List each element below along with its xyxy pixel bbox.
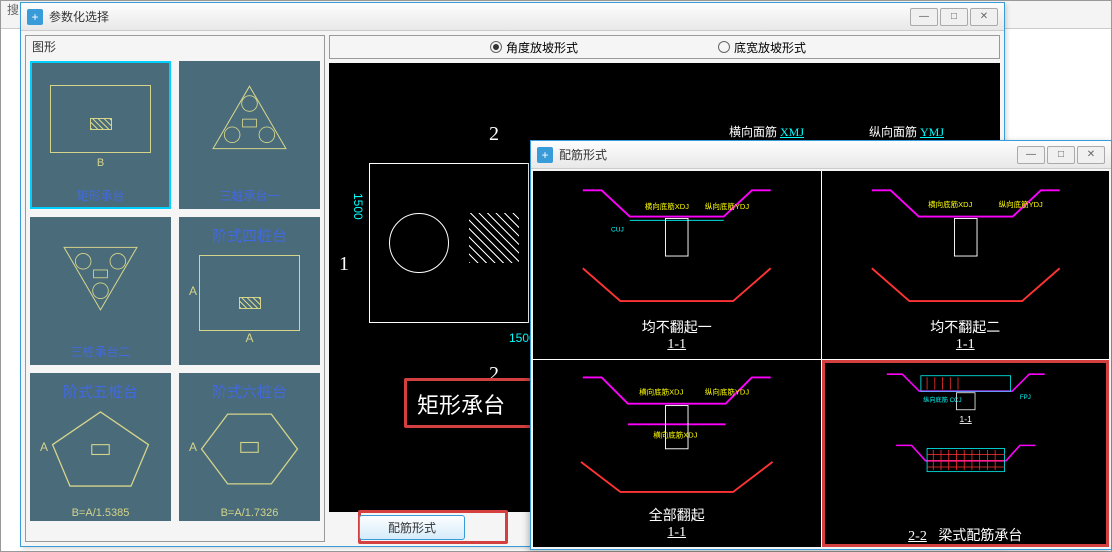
svg-text:纵向底筋 CCJ: 纵向底筋 CCJ	[923, 396, 961, 404]
svg-text:横向底筋XDJ: 横向底筋XDJ	[653, 429, 697, 439]
shape-card-step6[interactable]: 阶式六桩台 A B=A/1.7326	[179, 373, 320, 521]
shape-card-rect[interactable]: B 矩形承台	[30, 61, 171, 209]
rebar-window: + 配筋形式 — □ ✕ 横向底筋XDJ 纵向底筋YDJ CUJ	[530, 140, 1112, 550]
svg-text:横向底筋XDJ: 横向底筋XDJ	[928, 199, 972, 209]
rebar-caption: 全部翻起 1-1	[533, 505, 821, 541]
radio-icon	[718, 41, 730, 53]
svg-text:横向底筋XDJ: 横向底筋XDJ	[639, 386, 683, 396]
svg-text:纵向底筋YDJ: 纵向底筋YDJ	[705, 201, 749, 211]
gallery-scroll[interactable]: B 矩形承台	[26, 57, 324, 541]
shape-card-step4[interactable]: 阶式四桩台 A A	[179, 217, 320, 365]
close-button[interactable]: ✕	[1077, 146, 1105, 164]
titlebar[interactable]: + 参数化选择 — □ ✕	[21, 3, 1004, 31]
rebar-titlebar[interactable]: + 配筋形式 — □ ✕	[531, 141, 1111, 169]
shape-subtext: B=A/1.7326	[181, 507, 318, 519]
maximize-button[interactable]: □	[1047, 146, 1075, 164]
rebar-window-title: 配筋形式	[559, 146, 1017, 163]
radio-width[interactable]: 底宽放坡形式	[718, 39, 806, 56]
pile-circle	[389, 213, 449, 273]
minimize-button[interactable]: —	[910, 8, 938, 26]
radio-angle[interactable]: 角度放坡形式	[490, 39, 578, 56]
rebar-form-button[interactable]: 配筋形式	[359, 515, 465, 540]
svg-text:FPJ: FPJ	[1019, 393, 1030, 400]
rebar-caption: 2-2 梁式配筋承台	[822, 525, 1110, 545]
shape-gallery: 图形 B 矩形承台	[25, 35, 325, 542]
shape-diagram: A B=A/1.5385	[32, 375, 169, 519]
rebar-option-1[interactable]: 横向底筋XDJ 纵向底筋YDJ CUJ 均不翻起一 1-1	[533, 171, 821, 359]
shape-card-tri2[interactable]: 三桩承台二	[30, 217, 171, 365]
minimize-button[interactable]: —	[1017, 146, 1045, 164]
maximize-button[interactable]: □	[940, 8, 968, 26]
shape-caption: 矩形承台	[32, 185, 169, 207]
close-button[interactable]: ✕	[970, 8, 998, 26]
gallery-label: 图形	[26, 36, 324, 57]
rebar-option-2[interactable]: 横向底筋XDJ 纵向底筋YDJ 均不翻起二 1-1	[822, 171, 1110, 359]
shape-diagram: A B=A/1.7326	[181, 375, 318, 519]
svg-text:CUJ: CUJ	[611, 227, 624, 234]
shape-card-step5[interactable]: 阶式五桩台 A B=A/1.5385	[30, 373, 171, 521]
svg-text:1-1: 1-1	[959, 414, 972, 424]
rebar-option-4[interactable]: 纵向底筋 CCJ FPJ 1-1	[822, 360, 1110, 548]
column-hatch	[469, 213, 519, 263]
rebar-option-3[interactable]: 横向底筋XDJ 纵向底筋YDJ 横向底筋XDJ 全部翻起 1-1	[533, 360, 821, 548]
svg-text:横向底筋XDJ: 横向底筋XDJ	[645, 201, 689, 211]
radio-icon	[490, 41, 502, 53]
shape-diagram	[32, 219, 169, 341]
app-icon: +	[537, 147, 553, 163]
svg-text:纵向底筋YDJ: 纵向底筋YDJ	[705, 386, 749, 396]
shape-caption: 三桩承台一	[181, 185, 318, 207]
shape-subtext: B=A/1.5385	[32, 507, 169, 519]
svg-text:纵向底筋YDJ: 纵向底筋YDJ	[998, 199, 1042, 209]
shape-diagram: B	[32, 63, 169, 185]
app-icon: +	[27, 9, 43, 25]
shape-diagram: A A	[181, 219, 318, 363]
window-title: 参数化选择	[49, 8, 910, 25]
rebar-caption: 均不翻起一 1-1	[533, 317, 821, 353]
shape-caption: 三桩承台二	[32, 341, 169, 363]
rebar-caption: 均不翻起二 1-1	[822, 317, 1110, 353]
radio-bar: 角度放坡形式 底宽放坡形式	[329, 35, 1000, 59]
shape-card-tri1[interactable]: 三桩承台一	[179, 61, 320, 209]
rebar-viewport: 横向底筋XDJ 纵向底筋YDJ CUJ 均不翻起一 1-1	[533, 171, 1109, 547]
drawing-title: 矩形承台	[417, 388, 505, 420]
shape-diagram	[181, 63, 318, 185]
